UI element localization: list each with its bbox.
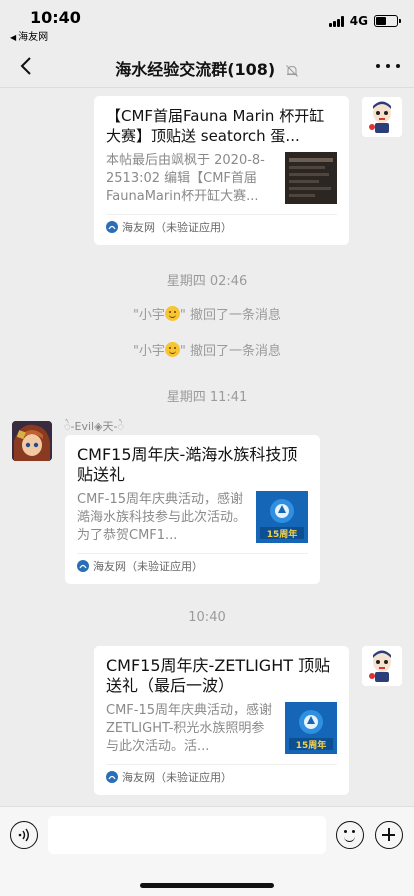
home-indicator[interactable] (140, 883, 274, 888)
more-dot (396, 64, 400, 68)
link-card[interactable]: CMF15周年庆-澔海水族科技顶贴送礼 CMF-15周年庆典活动，感谢澔海水族科… (65, 435, 320, 584)
timestamp: 10:40 (188, 610, 226, 625)
smile-emoji-icon (164, 342, 180, 357)
app-source-icon (106, 220, 118, 233)
input-bar (0, 806, 414, 896)
recall-name: "小宇 (132, 308, 165, 323)
link-card[interactable]: 【CMF首届Fauna Marin 杯开缸大赛】顶贴送 seatorch 蛋..… (94, 96, 349, 245)
timestamp: 星期四 11:41 (166, 390, 248, 405)
timestamp: 星期四 02:46 (166, 274, 248, 289)
card-thumbnail: 15周年 (256, 491, 308, 543)
battery-icon (374, 15, 401, 27)
link-card[interactable]: CMF15周年庆-ZETLIGHT 顶贴送礼（最后一波） CMF-15周年庆典活… (94, 646, 349, 795)
card-title: CMF15周年庆-澔海水族科技顶贴送礼 (77, 445, 298, 484)
card-description: 本帖最后由飒枫于 2020-8-2513:02 编辑【CMF首届FaunaMar… (106, 153, 265, 204)
thumb-label: 15周年 (296, 739, 327, 751)
status-indicators: 4G (328, 14, 401, 28)
message-input[interactable] (48, 816, 326, 854)
card-source-label: 海友网（未验证应用） (122, 220, 232, 234)
recall-name: "小宇 (132, 344, 165, 359)
my-avatar[interactable] (362, 646, 402, 686)
card-thumbnail (285, 152, 337, 204)
back-app-label: 海友网 (18, 32, 49, 43)
voice-button[interactable] (10, 821, 38, 849)
message-list[interactable]: 【CMF首届Fauna Marin 杯开缸大赛】顶贴送 seatorch 蛋..… (0, 89, 414, 806)
voice-icon (18, 828, 29, 842)
card-description: CMF-15周年庆典活动，感谢澔海水族科技参与此次活动。为了恭贺CMF1... (77, 492, 247, 543)
card-source-label: 海友网（未验证应用） (93, 559, 203, 573)
sender-avatar[interactable] (12, 421, 52, 461)
mute-bell-icon (285, 64, 298, 77)
status-bar: 10:40 ◀ 海友网 4G (0, 0, 414, 44)
signal-icon (328, 15, 344, 27)
my-avatar[interactable] (362, 97, 402, 137)
card-title: 【CMF首届Fauna Marin 杯开缸大赛】顶贴送 seatorch 蛋..… (106, 107, 325, 145)
card-source: 海友网（未验证应用） (106, 214, 337, 238)
card-thumbnail: 15周年 (285, 702, 337, 754)
network-type: 4G (349, 14, 368, 28)
recall-text: " 撤回了一条消息 (179, 308, 282, 323)
chat-title-text: 海水经验交流群(108) (115, 60, 276, 79)
robot-avatar-icon (362, 97, 402, 137)
more-button[interactable] (376, 58, 400, 74)
emoji-button[interactable] (336, 821, 364, 849)
chat-title: 海水经验交流群(108) (0, 56, 414, 80)
card-title: CMF15周年庆-ZETLIGHT 顶贴送礼（最后一波） (106, 656, 331, 695)
card-source: 海友网（未验证应用） (77, 553, 308, 577)
status-time: 10:40 (30, 8, 81, 27)
game-character-avatar-icon (12, 421, 52, 461)
recall-text: " 撤回了一条消息 (179, 344, 282, 359)
more-dot (376, 64, 380, 68)
chat-header: 海水经验交流群(108) (0, 44, 414, 88)
app-source-icon (106, 770, 118, 783)
smile-emoji-icon (164, 306, 180, 321)
plus-button[interactable] (375, 821, 403, 849)
more-dot (386, 64, 390, 68)
recall-notice: "小宇 " 撤回了一条消息 (0, 340, 414, 359)
thumb-label: 15周年 (267, 528, 298, 540)
back-triangle-icon: ◀ (10, 33, 17, 42)
back-to-app-link[interactable]: ◀ 海友网 (10, 28, 48, 43)
card-source: 海友网（未验证应用） (106, 764, 337, 788)
card-source-label: 海友网（未验证应用） (122, 770, 232, 784)
card-description: CMF-15周年庆典活动，感谢 ZETLIGHT-积光水族照明参与此次活动。活.… (106, 703, 273, 754)
app-source-icon (77, 559, 89, 572)
robot-avatar-icon (362, 646, 402, 686)
recall-notice: "小宇 " 撤回了一条消息 (0, 304, 414, 323)
